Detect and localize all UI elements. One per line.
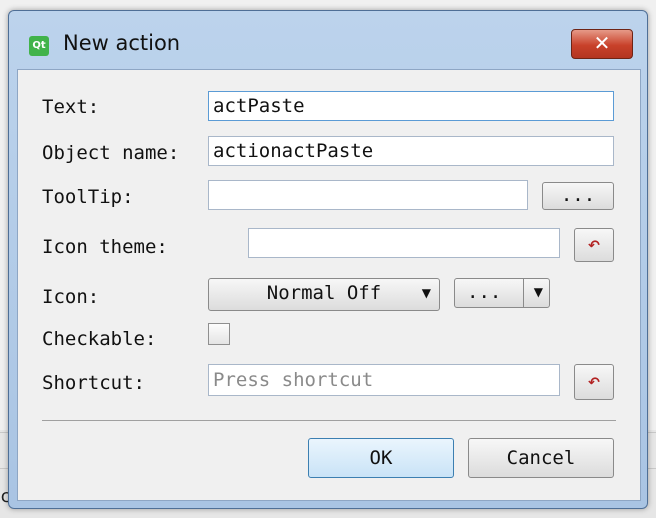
tooltip-input[interactable] bbox=[208, 180, 528, 210]
dialog-title: New action bbox=[63, 31, 181, 55]
checkable-checkbox[interactable] bbox=[208, 323, 230, 345]
icon-mode-select[interactable]: Normal Off ▼ bbox=[208, 278, 440, 311]
dialog-body: Text: actPaste Object name: actionactPas… bbox=[17, 69, 641, 501]
reset-icon: ↶ bbox=[588, 375, 600, 391]
object-name-input[interactable]: actionactPaste bbox=[208, 136, 614, 166]
chevron-down-icon: ▼ bbox=[421, 286, 431, 300]
tooltip-browse-button[interactable]: ... bbox=[542, 182, 614, 210]
icon-label: Icon: bbox=[42, 286, 100, 308]
shortcut-reset-button[interactable]: ↶ bbox=[574, 364, 614, 400]
qt-creator-icon: Qt bbox=[29, 36, 49, 56]
icon-mode-value: Normal Off bbox=[266, 282, 382, 304]
cancel-button[interactable]: Cancel bbox=[468, 438, 614, 478]
text-input[interactable]: actPaste bbox=[208, 91, 614, 121]
object-name-label: Object name: bbox=[42, 142, 180, 164]
icon-theme-reset-button[interactable]: ↶ bbox=[574, 228, 614, 262]
close-button[interactable]: ✕ bbox=[571, 29, 633, 59]
tooltip-label: ToolTip: bbox=[42, 186, 134, 208]
shortcut-label: Shortcut: bbox=[42, 372, 145, 394]
icon-browse-button[interactable]: ... ▼ bbox=[454, 278, 550, 308]
reset-icon: ↶ bbox=[588, 238, 600, 254]
shortcut-input[interactable]: Press shortcut bbox=[208, 364, 560, 396]
separator bbox=[42, 420, 616, 421]
icon-theme-label: Icon theme: bbox=[42, 236, 168, 258]
text-label: Text: bbox=[42, 96, 100, 118]
chevron-down-icon[interactable]: ▼ bbox=[534, 279, 543, 305]
checkable-label: Checkable: bbox=[42, 328, 157, 350]
title-bar: Qt New action ✕ bbox=[9, 11, 647, 69]
icon-theme-input[interactable] bbox=[248, 228, 560, 258]
icon-browse-label: ... bbox=[467, 281, 502, 303]
ok-button[interactable]: OK bbox=[308, 438, 454, 478]
new-action-dialog: Qt New action ✕ Text: actPaste Object na… bbox=[8, 10, 648, 509]
split-divider bbox=[523, 279, 524, 307]
